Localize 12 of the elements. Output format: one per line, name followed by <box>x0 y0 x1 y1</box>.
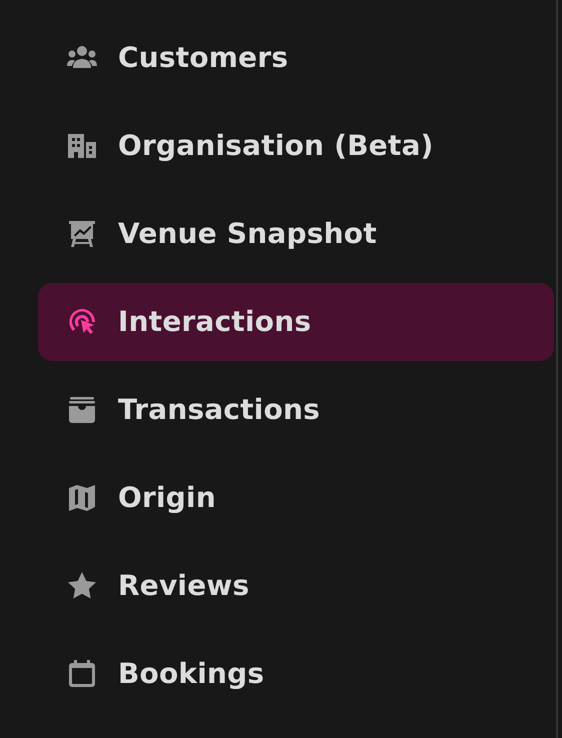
sidebar-item[interactable]: Bookings <box>38 635 554 713</box>
sidebar-item[interactable]: Transactions <box>38 371 554 449</box>
sidebar-item[interactable]: Reviews <box>38 547 554 625</box>
sidebar-item[interactable]: Organisation (Beta) <box>38 107 554 185</box>
sidebar-item[interactable]: Origin <box>38 459 554 537</box>
archive-box-icon <box>66 394 98 426</box>
map-icon <box>66 482 98 514</box>
calendar-icon <box>66 658 98 690</box>
sidebar-item[interactable]: Interactions <box>38 283 554 361</box>
presentation-chart-icon <box>66 218 98 250</box>
sidebar-item[interactable]: Customers <box>38 19 554 97</box>
sidebar-item[interactable]: Venue Snapshot <box>38 195 554 273</box>
